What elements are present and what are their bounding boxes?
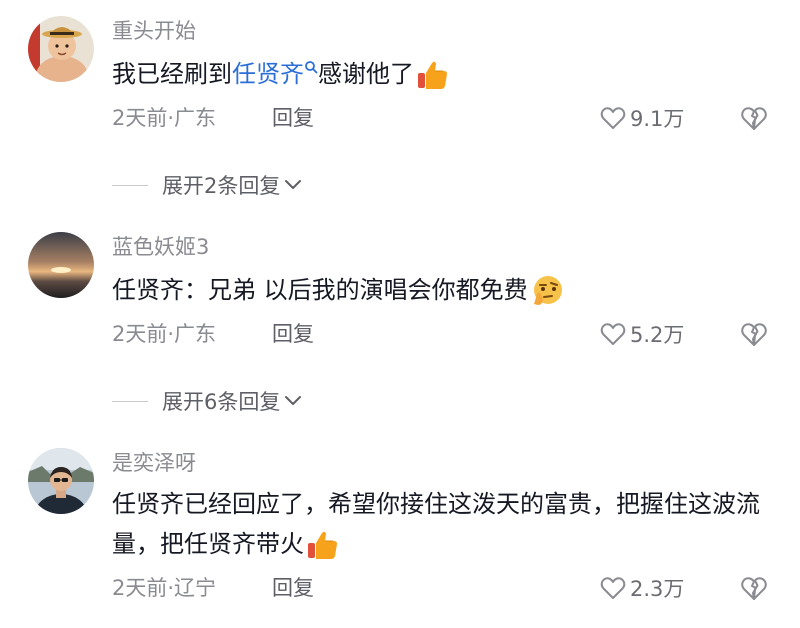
time-location: 2天前·广东 <box>112 322 217 346</box>
reply-button[interactable]: 回复 <box>272 574 314 602</box>
like-count: 5.2万 <box>630 323 685 347</box>
dislike-button[interactable] <box>740 320 768 348</box>
like-button[interactable]: 9.1万 <box>600 104 684 132</box>
heart-icon <box>600 107 626 129</box>
comment-text: 任贤齐已经回应了，希望你接住这泼天的富贵，把握住这波流量，把任贤齐带火 <box>112 484 762 564</box>
avatar[interactable] <box>28 16 94 82</box>
mention-link[interactable]: 任贤齐 <box>232 60 304 88</box>
heart-icon <box>600 323 626 345</box>
time-location: 2天前·辽宁 <box>112 576 217 600</box>
reply-button[interactable]: 回复 <box>272 104 314 132</box>
reply-button[interactable]: 回复 <box>272 320 314 348</box>
heart-icon <box>600 577 626 599</box>
comment-username[interactable]: 是奕泽呀 <box>112 449 196 477</box>
chevron-down-icon <box>285 396 302 405</box>
avatar[interactable] <box>28 232 94 298</box>
search-icon[interactable] <box>304 60 318 76</box>
broken-heart-icon <box>741 577 767 600</box>
thumbs-up-emoji-icon <box>308 531 337 559</box>
comment-text: 任贤齐：兄弟 以后我的演唱会你都免费 <box>112 270 772 310</box>
comment-list: 重头开始 我已经刷到任贤齐感谢他了 2天前·广东 回复 9.1万 展开2条回复 <box>0 0 800 628</box>
comment-text-part: 我已经刷到 <box>112 60 232 88</box>
expand-replies-button[interactable]: 展开6条回复 <box>112 387 302 415</box>
comment-text-part: 任贤齐已经回应了，希望你接住这泼天的富贵，把握住这波流量，把任贤齐带火 <box>112 490 760 558</box>
broken-heart-icon <box>741 323 767 346</box>
expand-replies-label: 展开6条回复 <box>162 390 281 414</box>
broken-heart-icon <box>741 107 767 130</box>
like-count: 2.3万 <box>630 577 685 601</box>
thumbs-up-emoji-icon <box>418 61 447 89</box>
chevron-down-icon <box>285 180 302 189</box>
thinking-face-emoji-icon <box>533 276 562 305</box>
comment-username[interactable]: 重头开始 <box>112 17 196 45</box>
avatar[interactable] <box>28 448 94 514</box>
divider-line <box>112 400 148 402</box>
dislike-button[interactable] <box>740 104 768 132</box>
divider-line <box>112 184 148 186</box>
like-button[interactable]: 5.2万 <box>600 320 684 348</box>
comment-text-part: 感谢他了 <box>318 60 414 88</box>
expand-replies-label: 展开2条回复 <box>162 174 281 198</box>
time-location: 2天前·广东 <box>112 106 217 130</box>
dislike-button[interactable] <box>740 574 768 602</box>
expand-replies-button[interactable]: 展开2条回复 <box>112 171 302 199</box>
comment-text-part: 任贤齐：兄弟 以后我的演唱会你都免费 <box>112 276 528 304</box>
comment-text: 我已经刷到任贤齐 感谢他了 <box>112 54 772 94</box>
like-button[interactable]: 2.3万 <box>600 574 684 602</box>
comment-username[interactable]: 蓝色妖姬3 <box>112 233 209 261</box>
like-count: 9.1万 <box>630 107 685 131</box>
